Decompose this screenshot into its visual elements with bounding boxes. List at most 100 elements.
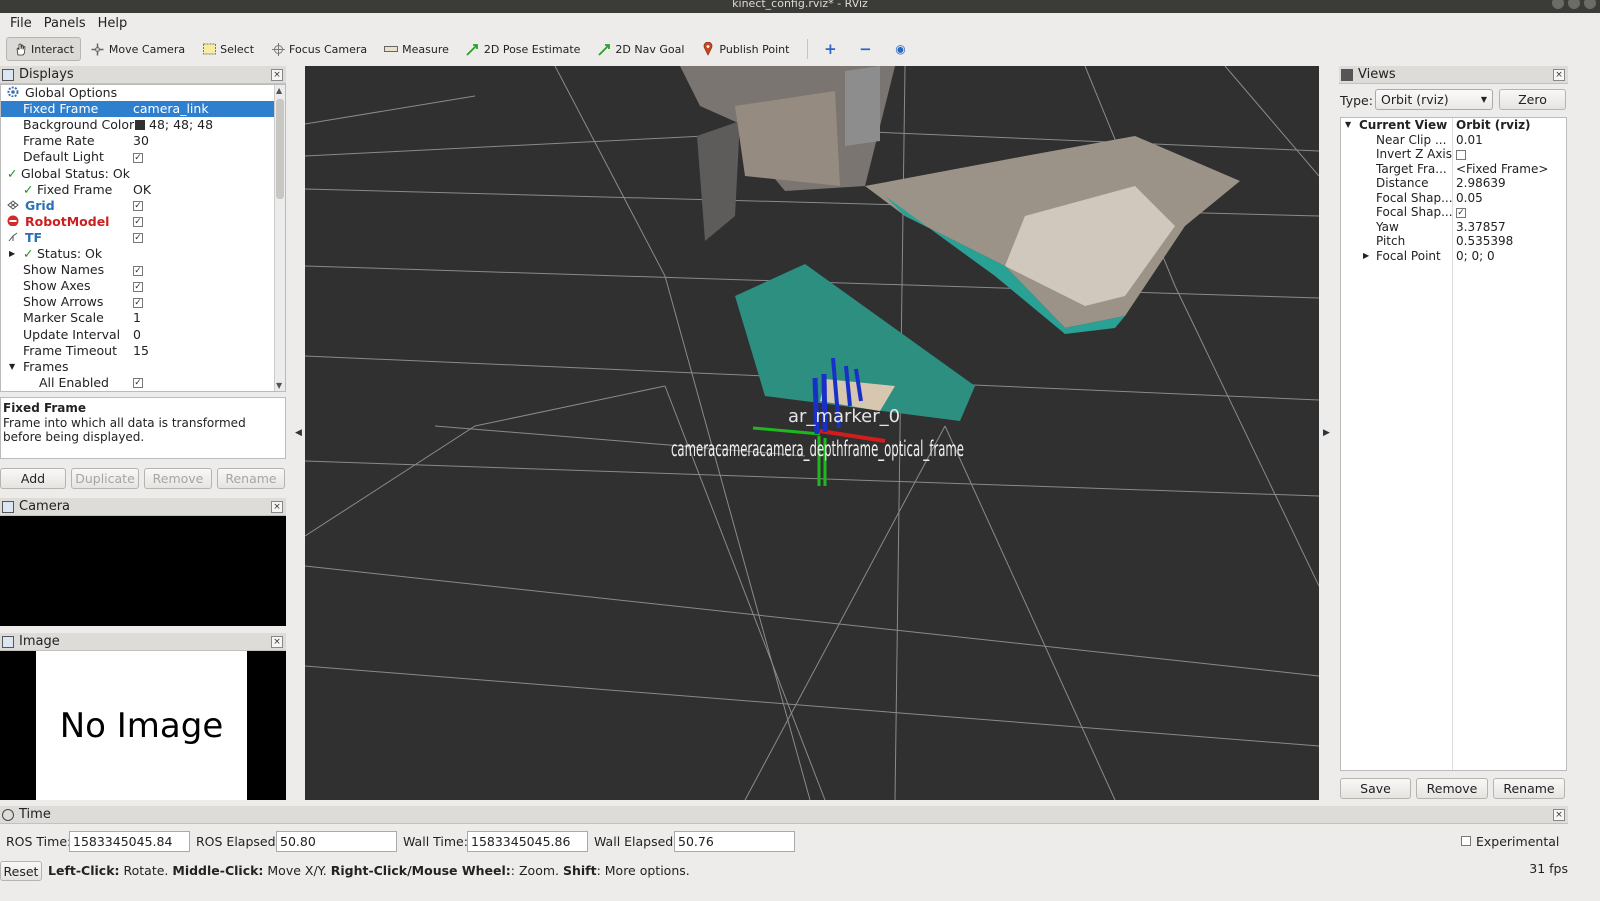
view-checkbox[interactable]: ✓ (1456, 207, 1466, 218)
scroll-down-icon[interactable]: ▼ (276, 381, 282, 390)
displays-tree[interactable]: Global Options Fixed Frame camera_link Back… (0, 84, 286, 392)
interact-tool[interactable]: Interact (6, 37, 81, 61)
view-row-value[interactable]: 0.01 (1456, 133, 1483, 148)
display-row-value[interactable]: ✓ (133, 149, 143, 165)
minimize-button[interactable] (1552, 0, 1564, 9)
view-row-value[interactable]: 3.37857 (1456, 220, 1506, 235)
display-checkbox[interactable]: ✓ (133, 265, 143, 276)
select-tool[interactable]: Select (195, 37, 261, 61)
tool-properties-button[interactable]: ◉ (886, 37, 918, 61)
expand-arrow-icon[interactable]: ▶ (1363, 249, 1369, 264)
remove-display-button[interactable]: Remove (144, 468, 212, 489)
view-row[interactable]: Focal Shap... 0.05 (1341, 191, 1566, 206)
wall-time-field[interactable]: 1583345045.86 (467, 831, 588, 852)
measure-tool[interactable]: Measure (377, 37, 456, 61)
display-row-value[interactable]: ✓ (133, 230, 143, 246)
display-row-value[interactable]: OK (133, 182, 151, 198)
remove-view-button[interactable]: Remove (1416, 778, 1488, 799)
display-row[interactable]: Show Arrows ✓ (1, 294, 275, 310)
close-time-icon[interactable]: × (1553, 809, 1565, 821)
display-row-value[interactable]: ✓ (133, 214, 143, 230)
menu-panels[interactable]: Panels (44, 16, 86, 31)
display-row-value[interactable]: ✓ (133, 375, 143, 391)
display-row[interactable]: All Enabled ✓ (1, 375, 275, 391)
close-camera-icon[interactable]: × (271, 501, 283, 513)
publish-point-tool[interactable]: Publish Point (694, 37, 796, 61)
display-row[interactable]: Fixed Frame camera_link (1, 101, 275, 118)
view-row[interactable]: ▼ Current View Orbit (rviz) (1341, 118, 1566, 133)
ros-time-field[interactable]: 1583345045.84 (69, 831, 190, 852)
view-row[interactable]: Invert Z Axis (1341, 147, 1566, 162)
display-row[interactable]: RobotModel ✓ (1, 214, 275, 230)
view-type-select[interactable]: Orbit (rviz) ▼ (1375, 89, 1493, 110)
display-row-value[interactable]: 0 (133, 327, 141, 343)
display-row[interactable]: TF ✓ (1, 230, 275, 246)
ros-elapsed-field[interactable]: 50.80 (276, 831, 397, 852)
display-row-value[interactable]: 48; 48; 48 (133, 117, 213, 133)
maximize-button[interactable] (1568, 0, 1580, 9)
display-checkbox[interactable]: ✓ (133, 297, 143, 308)
view-row[interactable]: ▶ Focal Point 0; 0; 0 (1341, 249, 1566, 264)
display-row[interactable]: Default Light ✓ (1, 149, 275, 165)
rename-display-button[interactable]: Rename (217, 468, 285, 489)
display-checkbox[interactable]: ✓ (133, 201, 143, 212)
views-tree[interactable]: ▼ Current View Orbit (rviz) Near Clip ... 0.… (1340, 117, 1567, 771)
view-row-value[interactable]: ✓ (1456, 205, 1466, 220)
display-row[interactable]: Show Axes ✓ (1, 278, 275, 294)
view-row[interactable]: Target Fra... <Fixed Frame> (1341, 162, 1566, 177)
display-row-value[interactable]: ✓ (133, 278, 143, 294)
view-checkbox[interactable] (1456, 149, 1466, 160)
display-row[interactable]: Grid ✓ (1, 198, 275, 214)
display-checkbox[interactable]: ✓ (133, 233, 143, 244)
display-row[interactable]: ✓ Fixed Frame OK (1, 182, 275, 198)
display-row-value[interactable]: ✓ (133, 198, 143, 214)
wall-elapsed-field[interactable]: 50.76 (674, 831, 795, 852)
close-displays-icon[interactable]: × (271, 69, 283, 81)
view-row-value[interactable]: 2.98639 (1456, 176, 1506, 191)
display-row[interactable]: Background Color 48; 48; 48 (1, 117, 275, 133)
move-camera-tool[interactable]: Move Camera (84, 37, 192, 61)
display-row-value[interactable]: 1 (133, 310, 141, 326)
display-row[interactable]: Global Options (1, 85, 275, 101)
view-row[interactable]: Distance 2.98639 (1341, 176, 1566, 191)
display-checkbox[interactable]: ✓ (133, 378, 143, 389)
close-views-icon[interactable]: × (1553, 69, 1565, 81)
view-row[interactable]: Yaw 3.37857 (1341, 220, 1566, 235)
scroll-up-icon[interactable]: ▲ (276, 86, 282, 95)
close-window-button[interactable] (1584, 0, 1596, 9)
nav-goal-tool[interactable]: 2D Nav Goal (590, 37, 691, 61)
display-row[interactable]: ✓ Global Status: Ok (1, 166, 275, 182)
pose-estimate-tool[interactable]: 2D Pose Estimate (459, 37, 588, 61)
display-row[interactable]: Frame Rate 30 (1, 133, 275, 149)
close-image-icon[interactable]: × (271, 636, 283, 648)
save-view-button[interactable]: Save (1340, 778, 1411, 799)
color-swatch[interactable] (135, 119, 145, 130)
collapse-right-icon[interactable]: ▶ (1323, 428, 1330, 438)
zero-view-button[interactable]: Zero (1499, 89, 1566, 110)
display-row[interactable]: Frame Timeout 15 (1, 343, 275, 359)
view-row-value[interactable]: Orbit (rviz) (1456, 118, 1531, 133)
view-row-value[interactable]: 0; 0; 0 (1456, 249, 1495, 264)
display-row-value[interactable]: ✓ (133, 262, 143, 278)
display-row[interactable]: Show Names ✓ (1, 262, 275, 278)
view-row-value[interactable]: 0.535398 (1456, 234, 1513, 249)
view-row-value[interactable] (1456, 147, 1466, 162)
displays-scrollbar[interactable]: ▲ ▼ (274, 85, 285, 391)
display-row-value[interactable]: ✓ (133, 294, 143, 310)
menu-help[interactable]: Help (98, 16, 128, 31)
display-row[interactable]: Update Interval 0 (1, 327, 275, 343)
view-row-value[interactable]: <Fixed Frame> (1456, 162, 1548, 177)
add-display-button[interactable]: Add (0, 468, 66, 489)
collapse-left-icon[interactable]: ◀ (295, 428, 302, 438)
remove-tool-button[interactable]: − (851, 37, 883, 61)
display-row[interactable]: Marker Scale 1 (1, 310, 275, 326)
display-row[interactable]: ▼ Frames (1, 359, 275, 375)
collapse-arrow-icon[interactable]: ▼ (1345, 118, 1351, 133)
duplicate-display-button[interactable]: Duplicate (71, 468, 139, 489)
rename-view-button[interactable]: Rename (1493, 778, 1565, 799)
collapse-arrow-icon[interactable]: ▼ (9, 359, 15, 375)
view-row-value[interactable]: 0.05 (1456, 191, 1483, 206)
display-row[interactable]: ▶ ✓ Status: Ok (1, 246, 275, 262)
display-checkbox[interactable]: ✓ (133, 281, 143, 292)
menu-file[interactable]: File (10, 16, 32, 31)
